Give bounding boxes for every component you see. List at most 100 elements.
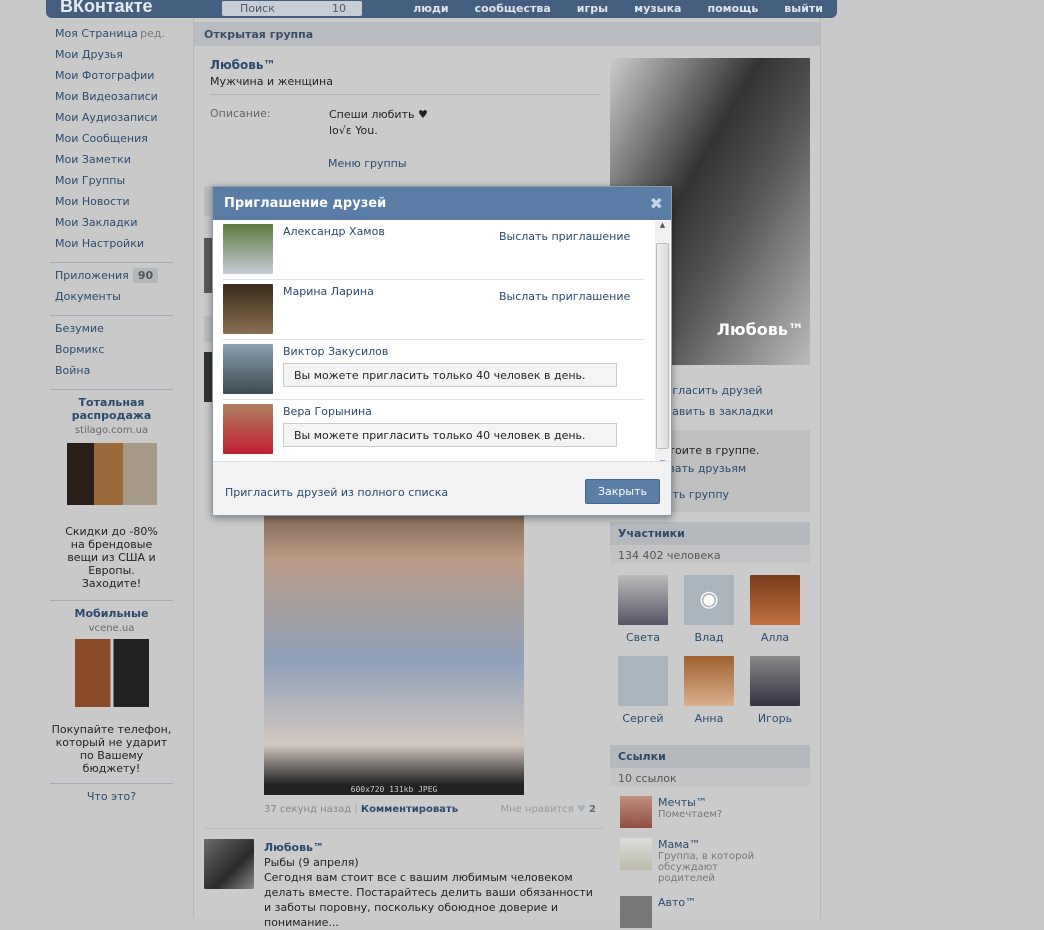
link-desc: Группа, в которой обсуждают родителей bbox=[658, 851, 755, 884]
nav-communities[interactable]: сообщества bbox=[475, 2, 551, 15]
friend-row: Виктор Закусилов Вы можете пригласить тол… bbox=[223, 340, 644, 400]
ad-block-2[interactable]: Мобильные vcene.ua Покупайте телефон, ко… bbox=[50, 607, 173, 775]
friend-avatar[interactable] bbox=[223, 284, 273, 334]
links-title[interactable]: Ссылки bbox=[610, 745, 810, 768]
dialog-footer: Пригласить друзей из полного списка Закр… bbox=[213, 461, 671, 515]
ad-block-1[interactable]: Тотальная распродажа stilago.com.ua Скид… bbox=[50, 396, 173, 590]
what-is-this-link[interactable]: Что это? bbox=[50, 790, 173, 803]
post-footer: 37 секунд назад | Комментировать Мне нра… bbox=[264, 804, 596, 815]
member[interactable]: Алла bbox=[742, 575, 808, 644]
nav-music[interactable]: музыка bbox=[634, 2, 681, 15]
edit-link[interactable]: ред. bbox=[140, 27, 165, 41]
group-name: Любовь™ bbox=[210, 58, 276, 72]
member[interactable]: Света bbox=[610, 575, 676, 644]
divider bbox=[50, 315, 173, 316]
description-line: Спеши любить ♥ bbox=[329, 108, 428, 121]
sidebar-my-page[interactable]: Моя Страница ред. bbox=[55, 27, 168, 48]
sidebar-audio[interactable]: Мои Аудиозаписи bbox=[55, 111, 168, 132]
sidebar-photos[interactable]: Мои Фотографии bbox=[55, 69, 168, 90]
like-button[interactable]: Мне нравится ♥ 2 bbox=[500, 804, 596, 815]
members-count: 134 402 человека bbox=[610, 545, 810, 563]
ad-title[interactable]: Тотальная распродажа bbox=[50, 396, 173, 422]
close-button[interactable]: Закрыть bbox=[585, 479, 660, 504]
member-name: Анна bbox=[694, 712, 724, 725]
members-title[interactable]: Участники bbox=[610, 522, 810, 545]
link-thumb bbox=[620, 838, 652, 870]
member[interactable]: ◉ Влад bbox=[676, 575, 742, 644]
link-item[interactable]: Мама™ Группа, в которой обсуждают родител… bbox=[620, 838, 810, 884]
deactivated-dog-icon bbox=[618, 656, 668, 706]
sidebar-bookmarks[interactable]: Мои Закладки bbox=[55, 216, 168, 237]
sidebar-app-1[interactable]: Безумие bbox=[55, 322, 168, 343]
image-caption: 600x720 131kb JPEG bbox=[350, 785, 438, 794]
scroll-up-icon[interactable]: ▲ bbox=[655, 221, 670, 229]
post-title: Рыбы (9 апреля) bbox=[264, 856, 359, 869]
friend-name[interactable]: Виктор Закусилов bbox=[283, 345, 388, 358]
post-author-avatar[interactable] bbox=[204, 839, 254, 889]
nav-games[interactable]: игры bbox=[577, 2, 608, 15]
label: Моя Страница bbox=[55, 27, 138, 40]
friend-avatar[interactable] bbox=[223, 344, 273, 394]
sidebar-apps[interactable]: Приложения 90 bbox=[55, 268, 168, 290]
sidebar-news[interactable]: Мои Новости bbox=[55, 195, 168, 216]
member-avatar bbox=[750, 575, 800, 625]
sidebar-videos[interactable]: Мои Видеозаписи bbox=[55, 90, 168, 111]
scrollbar[interactable]: ▲ ▼ bbox=[655, 221, 670, 467]
scrollbar-thumb[interactable] bbox=[656, 243, 669, 449]
comment-link[interactable]: Комментировать bbox=[361, 804, 458, 815]
sidebar-app-3[interactable]: Война bbox=[55, 364, 168, 385]
friend-row: Александр Хамов Выслать приглашение bbox=[223, 220, 644, 280]
group-menu-link[interactable]: Меню группы bbox=[328, 157, 407, 170]
search-count: 10 bbox=[332, 2, 346, 15]
invite-friends-dialog: Приглашение друзей ✖ Александр Хамов Высла… bbox=[212, 186, 672, 516]
link-thumb bbox=[620, 796, 652, 828]
friend-name[interactable]: Марина Ларина bbox=[283, 285, 374, 298]
friend-avatar[interactable] bbox=[223, 224, 273, 274]
member[interactable]: Сергей bbox=[610, 656, 676, 725]
nav-logout[interactable]: выйти bbox=[784, 2, 823, 15]
member[interactable]: Анна bbox=[676, 656, 742, 725]
invite-from-full-list-link[interactable]: Пригласить друзей из полного списка bbox=[225, 486, 448, 499]
group-type-header: Открытая группа bbox=[194, 22, 820, 46]
sidebar-documents[interactable]: Документы bbox=[55, 290, 168, 311]
friends-list: Александр Хамов Выслать приглашение Марин… bbox=[213, 220, 671, 462]
apps-count-badge: 90 bbox=[132, 268, 159, 283]
member-name: Света bbox=[625, 631, 661, 644]
link-name: Мама™ bbox=[658, 838, 701, 851]
member-avatar bbox=[684, 656, 734, 706]
label: Что это? bbox=[86, 790, 137, 803]
friend-name[interactable]: Александр Хамов bbox=[283, 225, 385, 238]
vk-logo[interactable]: ВКонтакте bbox=[60, 0, 153, 17]
heart-icon: ♥ bbox=[576, 804, 586, 815]
ad-domain: stilago.com.ua bbox=[74, 425, 149, 436]
post-author[interactable]: Любовь™ bbox=[264, 840, 594, 855]
member[interactable]: Игорь bbox=[742, 656, 808, 725]
send-invite-link[interactable]: Выслать приглашение bbox=[499, 230, 630, 243]
search-placeholder: Поиск bbox=[240, 2, 275, 15]
post-2: Любовь™ Рыбы (9 апреля) Сегодня вам стои… bbox=[264, 840, 594, 930]
link-item[interactable]: Авто™ bbox=[620, 896, 810, 928]
sidebar-messages[interactable]: Мои Сообщения bbox=[55, 132, 168, 153]
sidebar-app-2[interactable]: Вормикс bbox=[55, 343, 168, 364]
members-section: Участники 134 402 человека Света ◉ Влад А… bbox=[610, 522, 810, 733]
sidebar-groups[interactable]: Мои Группы bbox=[55, 174, 168, 195]
close-icon[interactable]: ✖ bbox=[650, 194, 663, 213]
post-time[interactable]: 37 секунд назад bbox=[264, 804, 351, 815]
friend-avatar[interactable] bbox=[223, 404, 273, 454]
nav-people[interactable]: люди bbox=[413, 2, 448, 15]
sidebar-notes[interactable]: Мои Заметки bbox=[55, 153, 168, 174]
member-avatar bbox=[618, 575, 668, 625]
send-invite-link[interactable]: Выслать приглашение bbox=[499, 290, 630, 303]
friend-row: Марина Ларина Выслать приглашение bbox=[223, 280, 644, 340]
divider bbox=[50, 783, 173, 784]
nav-help[interactable]: помощь bbox=[707, 2, 758, 15]
ad-title[interactable]: Мобильные bbox=[50, 607, 173, 620]
cover-text: Любовь™ bbox=[716, 320, 804, 339]
links-count: 10 ссылок bbox=[610, 768, 810, 786]
dialog-title: Приглашение друзей bbox=[224, 196, 387, 211]
sidebar-settings[interactable]: Мои Настройки bbox=[55, 237, 168, 258]
link-item[interactable]: Мечты™ Помечтаем? bbox=[620, 796, 810, 828]
sidebar-friends[interactable]: Мои Друзья bbox=[55, 48, 168, 69]
search-input[interactable]: Поиск 10 bbox=[222, 1, 362, 16]
friend-name[interactable]: Вера Горынина bbox=[283, 405, 372, 418]
